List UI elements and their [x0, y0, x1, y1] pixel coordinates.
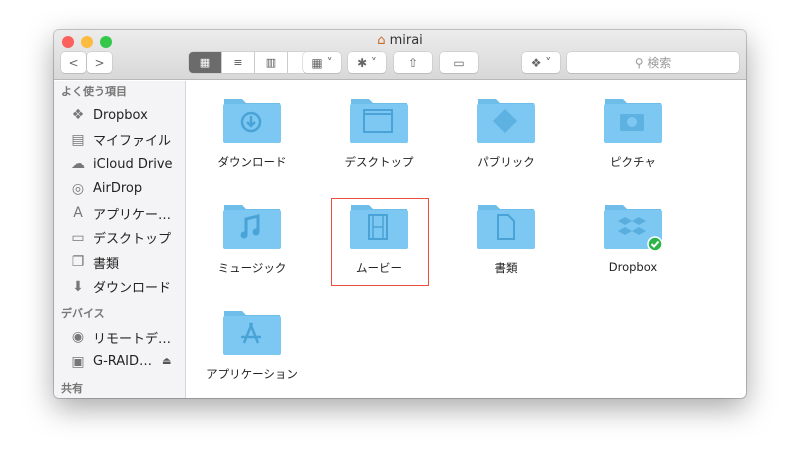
- folder-item[interactable]: Dropbox: [573, 201, 693, 275]
- desktop-icon: ▭: [71, 229, 85, 246]
- folder-label: ダウンロード: [217, 155, 287, 169]
- window-title: ⌂ mirai: [377, 33, 423, 48]
- folder-item[interactable]: パブリック: [446, 95, 566, 171]
- folder-label: Dropbox: [608, 260, 658, 274]
- sidebar-item-label: 書類: [93, 256, 120, 272]
- folder-item[interactable]: ミュージック: [192, 201, 312, 277]
- all-files-icon: ▤: [71, 131, 85, 148]
- toolbar: ⌂ mirai < > ▦ ≡ ▥ ▯ ▦ ˅ ✱ ˅ ⇧ ▭ ❖ ˅ ⚲ 検索: [54, 30, 746, 80]
- folder-document-icon: [477, 205, 535, 249]
- folder-item[interactable]: 書類: [446, 201, 566, 277]
- sidebar-item-label: G-RAID…: [93, 354, 153, 370]
- folder-apps-icon: [223, 311, 281, 355]
- sidebar-section-header: よく使う項目: [61, 85, 127, 98]
- cloud-icon: ☁: [71, 156, 85, 173]
- home-icon: ⌂: [377, 33, 386, 48]
- folder-label: アプリケーション: [206, 367, 298, 381]
- file-grid: ダウンロード デスクトップ パブリック ピクチャ ミュージック ムービー 書類 Dropbox…: [187, 81, 746, 398]
- sidebar-item-label: リモートデ…: [93, 331, 172, 347]
- share-button[interactable]: ⇧: [394, 52, 432, 73]
- sidebar-item-label: iCloud Drive: [93, 156, 173, 172]
- back-button[interactable]: <: [61, 52, 86, 73]
- sidebar-item-label: ダウンロード: [93, 281, 172, 297]
- folder-label: デスクトップ: [344, 155, 414, 169]
- sidebar-item-label: Dropbox: [93, 107, 148, 123]
- tag-button[interactable]: ▭: [440, 52, 478, 73]
- forward-button[interactable]: >: [87, 52, 112, 73]
- folder-label: 書類: [494, 261, 518, 275]
- folder-item[interactable]: ダウンロード: [192, 95, 312, 171]
- folder-public-icon: [477, 99, 535, 143]
- arrange-button[interactable]: ▦ ˅: [303, 52, 341, 73]
- sidebar-item-label: デスクトップ: [93, 232, 172, 248]
- sidebar-item[interactable]: ◎ AirDrop: [54, 177, 185, 202]
- eject-icon[interactable]: ⏏: [162, 356, 171, 367]
- sidebar-section-header: デバイス: [61, 307, 105, 320]
- airdrop-icon: ◎: [71, 180, 85, 197]
- sidebar-item-label: AirDrop: [93, 181, 143, 197]
- sidebar-item-label: アプリケー…: [93, 207, 172, 223]
- folder-label: ピクチャ: [610, 155, 656, 169]
- action-gear-button[interactable]: ✱ ˅: [348, 52, 386, 73]
- sidebar-item-label: マイファイル: [93, 134, 172, 150]
- column-view-button[interactable]: ▥: [255, 52, 288, 73]
- sidebar-item[interactable]: ▤ マイファイル: [54, 128, 185, 153]
- folder-item[interactable]: ピクチャ: [573, 95, 693, 171]
- search-field[interactable]: ⚲ 検索: [567, 52, 739, 73]
- folder-desktop-icon: [350, 99, 408, 143]
- folder-music-icon: [223, 205, 281, 249]
- folder-item[interactable]: アプリケーション: [192, 307, 312, 383]
- folder-label: ミュージック: [217, 261, 287, 275]
- list-view-button[interactable]: ≡: [222, 52, 255, 73]
- sidebar-item[interactable]: A アプリケー…: [54, 201, 185, 226]
- finder-window: ⌂ mirai < > ▦ ≡ ▥ ▯ ▦ ˅ ✱ ˅ ⇧ ▭ ❖ ˅ ⚲ 検索…: [54, 30, 746, 398]
- folder-camera-icon: [604, 99, 662, 143]
- sidebar: よく使う項目 ❖ Dropbox ▤ マイファイル ☁ iCloud Drive ◎ AirDr…: [54, 81, 186, 398]
- dropbox-button[interactable]: ❖ ˅: [522, 52, 560, 73]
- folder-item[interactable]: デスクトップ: [319, 95, 439, 171]
- remote-disc-icon: ◉: [71, 329, 85, 346]
- folder-download-icon: [223, 99, 281, 143]
- folder-dropbox-icon: [604, 205, 663, 251]
- documents-icon: ❐: [71, 254, 85, 271]
- icon-view-button[interactable]: ▦: [189, 52, 222, 73]
- dropbox-icon: ❖: [71, 107, 85, 124]
- view-switcher: ▦ ≡ ▥ ▯: [189, 52, 321, 73]
- sidebar-item[interactable]: ❖ Dropbox: [54, 103, 185, 128]
- drive-icon: ▣: [71, 353, 85, 370]
- sidebar-item[interactable]: ◉ リモートデ…: [54, 325, 185, 350]
- downloads-icon: ⬇: [72, 278, 84, 295]
- sidebar-section-header: 共有: [61, 382, 83, 395]
- applications-icon: A: [73, 205, 83, 222]
- sidebar-item[interactable]: ❐ 書類: [54, 250, 185, 275]
- sidebar-item[interactable]: ⬇ ダウンロード: [54, 275, 185, 300]
- folder-label: パブリック: [477, 155, 535, 169]
- sidebar-item[interactable]: ☁ iCloud Drive: [54, 152, 185, 177]
- selection-highlight: [331, 198, 429, 286]
- search-icon: ⚲: [634, 55, 648, 70]
- sidebar-item[interactable]: ▣ G-RAID… ⏏: [54, 350, 185, 375]
- sidebar-item[interactable]: ▭ デスクトップ: [54, 226, 185, 251]
